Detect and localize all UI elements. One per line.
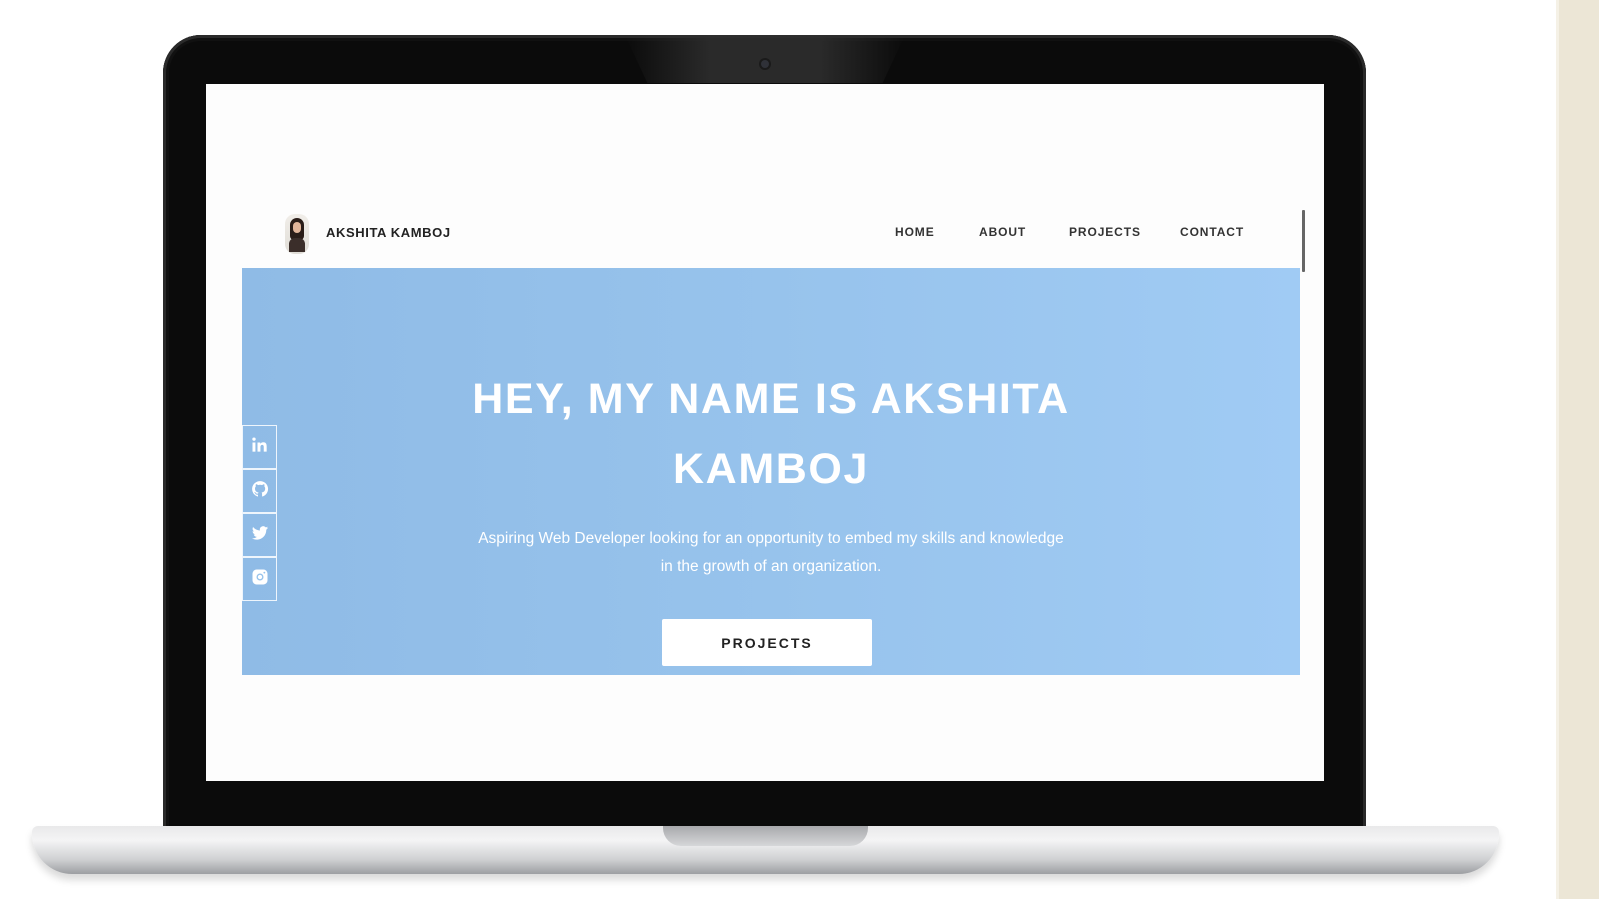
brand-name[interactable]: AKSHITA KAMBOJ xyxy=(326,225,451,240)
laptop-screen: AKSHITA KAMBOJ HOME ABOUT PROJECTS CONTA… xyxy=(206,84,1324,781)
nav-contact[interactable]: CONTACT xyxy=(1180,225,1244,239)
twitter-link[interactable] xyxy=(242,513,277,557)
projects-button[interactable]: PROJECTS xyxy=(662,619,872,666)
navbar: AKSHITA KAMBOJ HOME ABOUT PROJECTS CONTA… xyxy=(242,208,1300,258)
camera-icon xyxy=(761,60,769,68)
github-link[interactable] xyxy=(242,469,277,513)
social-sidebar xyxy=(242,425,277,601)
nav-home[interactable]: HOME xyxy=(895,225,935,239)
scrollbar-thumb[interactable] xyxy=(1302,210,1305,272)
bezel-highlight xyxy=(625,35,905,83)
hero-title-line-2: KAMBOJ xyxy=(673,445,869,493)
instagram-icon xyxy=(250,567,270,592)
hero-title-line-1: HEY, MY NAME IS AKSHITA xyxy=(472,375,1070,423)
hero-title: HEY, MY NAME IS AKSHITA KAMBOJ xyxy=(242,364,1300,504)
twitter-icon xyxy=(250,523,270,548)
hero-subtitle-line-1: Aspiring Web Developer looking for an op… xyxy=(478,530,1064,547)
avatar xyxy=(285,214,309,254)
laptop-base-notch xyxy=(663,826,868,846)
nav-projects[interactable]: PROJECTS xyxy=(1069,225,1141,239)
linkedin-icon xyxy=(250,435,270,460)
hero-subtitle-line-2: in the growth of an organization. xyxy=(660,558,882,575)
github-icon xyxy=(250,479,270,504)
instagram-link[interactable] xyxy=(242,557,277,601)
linkedin-link[interactable] xyxy=(242,425,277,469)
hero-subtitle: Aspiring Web Developer looking for an op… xyxy=(454,525,1088,581)
hero-section: HEY, MY NAME IS AKSHITA KAMBOJ Aspiring … xyxy=(242,268,1300,675)
background-strip xyxy=(1559,0,1599,899)
nav-about[interactable]: ABOUT xyxy=(979,225,1026,239)
